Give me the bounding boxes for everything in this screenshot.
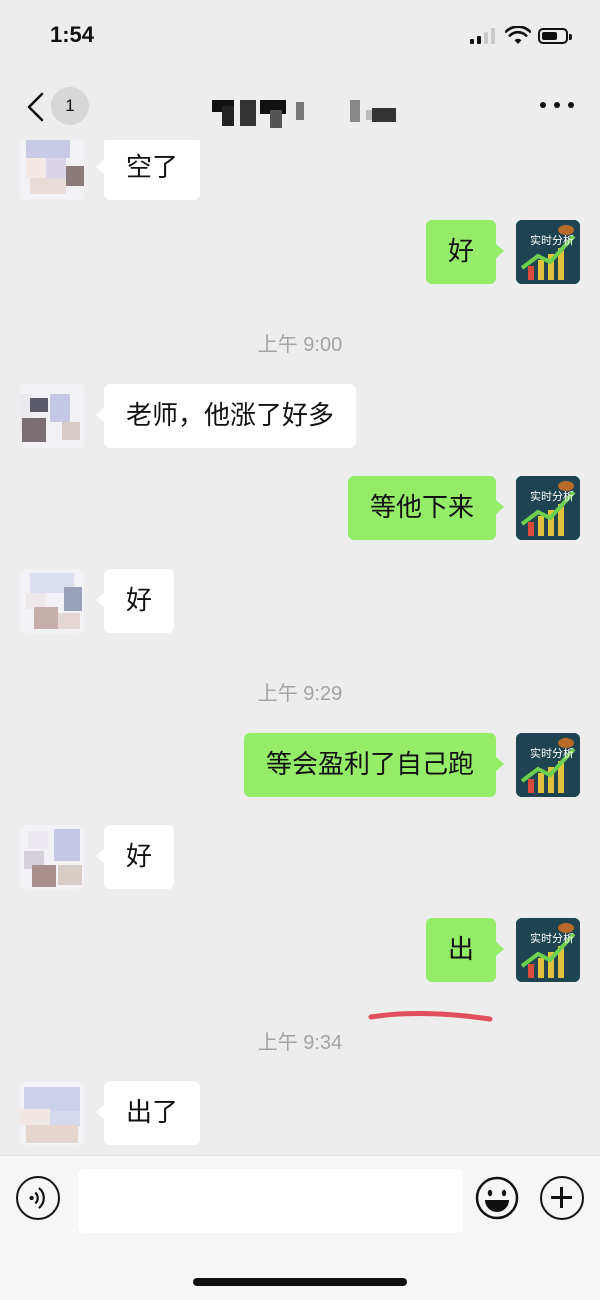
- message-bubble-outgoing[interactable]: 好: [425, 220, 505, 284]
- back-arrow-icon[interactable]: [24, 92, 48, 122]
- message-bubble-incoming[interactable]: 老师，他涨了好多: [95, 384, 357, 448]
- sender-avatar-logo[interactable]: 实时分析: [516, 476, 580, 540]
- wifi-icon: [505, 26, 531, 44]
- red-underline-annotation: [368, 1010, 493, 1022]
- message-bubble-outgoing[interactable]: 等他下来: [347, 476, 505, 540]
- contact-avatar[interactable]: [20, 140, 84, 200]
- message-row: 好 实时分析: [0, 220, 600, 284]
- message-row: 好: [0, 825, 600, 889]
- sender-avatar-logo[interactable]: 实时分析: [516, 918, 580, 982]
- timestamp: 上午 9:34: [257, 1032, 343, 1054]
- message-row: 空了: [0, 140, 600, 200]
- contact-avatar[interactable]: [20, 569, 84, 633]
- message-bubble-outgoing[interactable]: 等会盈利了自己跑: [243, 733, 505, 797]
- battery-icon: [538, 28, 572, 44]
- message-bubble-incoming[interactable]: 空了: [95, 140, 201, 200]
- logo-text: 实时分析: [530, 746, 574, 760]
- plus-icon[interactable]: [540, 1176, 584, 1220]
- message-bubble-incoming[interactable]: 好: [95, 569, 175, 633]
- logo-text: 实时分析: [530, 931, 574, 945]
- status-bar: 1:54: [0, 0, 600, 72]
- logo-text: 实时分析: [530, 233, 574, 247]
- message-row: 好: [0, 569, 600, 633]
- message-bubble-incoming[interactable]: 出了: [95, 1081, 201, 1145]
- signal-icon: [470, 28, 496, 44]
- chat-title-redacted: [212, 94, 402, 130]
- message-list[interactable]: 空了 好 实时分析 上午 9:00 老师，他涨了好多 等他下来 实时分析 好 上…: [0, 140, 600, 1155]
- message-row: 出了: [0, 1081, 600, 1145]
- message-bubble-incoming[interactable]: 好: [95, 825, 175, 889]
- sender-avatar-logo[interactable]: 实时分析: [516, 220, 580, 284]
- contact-avatar[interactable]: [20, 384, 84, 448]
- sender-avatar-logo[interactable]: 实时分析: [516, 733, 580, 797]
- message-row: 等会盈利了自己跑 实时分析: [0, 733, 600, 797]
- timestamp: 上午 9:29: [257, 683, 343, 705]
- message-input[interactable]: [78, 1169, 463, 1233]
- voice-icon[interactable]: [16, 1176, 60, 1220]
- message-row: 老师，他涨了好多: [0, 384, 600, 448]
- contact-avatar[interactable]: [20, 825, 84, 889]
- timestamp: 上午 9:00: [257, 334, 343, 356]
- unread-badge[interactable]: 1: [51, 87, 89, 125]
- logo-text: 实时分析: [530, 489, 574, 503]
- message-bubble-outgoing[interactable]: 出: [425, 918, 505, 982]
- message-row: 出 实时分析: [0, 918, 600, 982]
- emoji-icon[interactable]: [475, 1176, 519, 1220]
- more-icon[interactable]: [540, 102, 574, 108]
- status-time: 1:54: [50, 22, 95, 47]
- contact-avatar[interactable]: [20, 1081, 84, 1145]
- home-indicator: [193, 1278, 407, 1286]
- message-row: 等他下来 实时分析: [0, 476, 600, 540]
